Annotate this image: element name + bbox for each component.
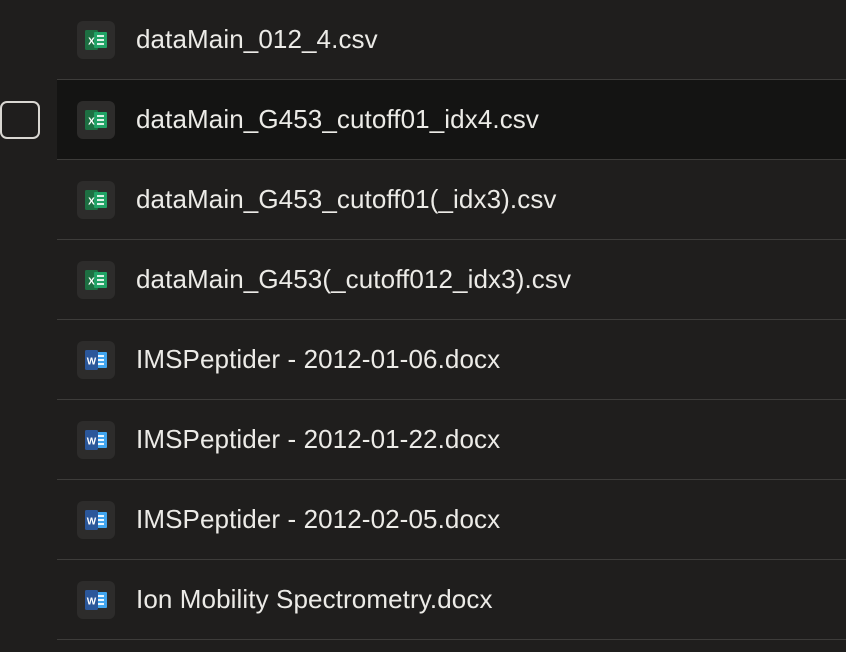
svg-text:W: W <box>87 356 97 367</box>
word-icon: W <box>77 580 115 619</box>
file-name: dataMain_G453_cutoff01(_idx3).csv <box>136 184 557 214</box>
file-row[interactable]: X dataMain_G453_cutoff01(_idx3).csv <box>57 160 846 240</box>
svg-text:W: W <box>87 436 97 447</box>
svg-text:W: W <box>87 516 97 527</box>
excel-icon: X <box>77 100 115 139</box>
file-row[interactable]: W IMSPeptider - 2012-01-22.docx <box>57 400 846 480</box>
file-name: IMSPeptider - 2012-02-05.docx <box>136 504 501 534</box>
file-list: X dataMain_012_4.csv X dataMain_G453_cut… <box>0 0 846 652</box>
file-name: Ion Mobility Spectrometry.docx <box>136 584 493 614</box>
file-name: dataMain_G453_cutoff01_idx4.csv <box>136 104 540 134</box>
excel-icon: X <box>77 260 115 299</box>
file-name: dataMain_012_4.csv <box>136 24 378 54</box>
word-icon: W <box>77 420 115 459</box>
file-row[interactable]: X dataMain_G453_cutoff01_idx4.csv <box>57 80 846 160</box>
svg-text:X: X <box>88 116 95 127</box>
excel-icon: X <box>77 180 115 219</box>
word-icon: W <box>77 340 115 379</box>
excel-icon: X <box>77 20 115 59</box>
file-name: IMSPeptider - 2012-01-06.docx <box>136 344 501 374</box>
file-row[interactable]: X dataMain_012_4.csv <box>57 0 846 80</box>
svg-text:X: X <box>88 196 95 207</box>
svg-text:W: W <box>87 596 97 607</box>
word-icon: W <box>77 500 115 539</box>
file-row[interactable]: W IMSPeptider - 2012-01-06.docx <box>57 320 846 400</box>
file-name: dataMain_G453(_cutoff012_idx3).csv <box>136 264 572 294</box>
file-row[interactable]: X dataMain_G453(_cutoff012_idx3).csv <box>57 240 846 320</box>
file-row[interactable]: W IMSPeptider - 2012-02-05.docx <box>57 480 846 560</box>
row-select-checkbox[interactable] <box>0 101 40 139</box>
file-row[interactable]: W Ion Mobility Spectrometry.docx <box>57 560 846 640</box>
svg-text:X: X <box>88 36 95 47</box>
svg-text:X: X <box>88 276 95 287</box>
file-name: IMSPeptider - 2012-01-22.docx <box>136 424 501 454</box>
